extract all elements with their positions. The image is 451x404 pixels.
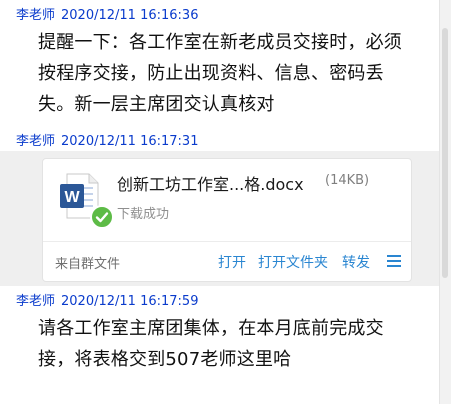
file-size: (14KB) — [325, 173, 370, 188]
message-timestamp: 2020/12/11 16:16:36 — [61, 8, 199, 23]
file-name[interactable]: 创新工坊工作室...格.docx — [117, 171, 304, 195]
sender-name[interactable]: 李老师 — [16, 8, 55, 23]
file-source-label: 来自群文件 — [55, 257, 121, 272]
sender-name[interactable]: 李老师 — [16, 294, 55, 309]
scrollbar[interactable] — [439, 0, 451, 404]
message-text: 提醒一下：各工作室在新老成员交接时，必须 按程序交接，防止出现资料、信息、密码丢… — [38, 27, 428, 120]
message-header: 李老师 2020/12/11 16:17:31 — [16, 130, 198, 149]
open-file-button[interactable]: 打开 — [218, 252, 246, 272]
message-line: 失。新一层主席团交认真核对 — [38, 94, 275, 115]
download-status: 下载成功 — [117, 207, 170, 222]
divider — [43, 241, 411, 242]
message-line: 提醒一下：各工作室在新老成员交接时，必须 — [38, 32, 402, 53]
sender-name[interactable]: 李老师 — [16, 134, 55, 149]
message-line: 按程序交接，防止出现资料、信息、密码丢 — [38, 63, 384, 84]
message-timestamp: 2020/12/11 16:17:31 — [61, 134, 199, 149]
message-text: 请各工作室主席团集体，在本月底前完成交 接，将表格交到507老师这里哈 — [38, 313, 428, 375]
message-header: 李老师 2020/12/11 16:17:59 — [16, 290, 198, 309]
chat-message-list: 李老师 2020/12/11 16:16:36 提醒一下：各工作室在新老成员交接时… — [0, 0, 440, 404]
message-timestamp: 2020/12/11 16:17:59 — [61, 294, 199, 309]
file-card[interactable]: W 创新工坊工作室...格.docx (14KB) 下载成功 来自群文件 打开 … — [42, 158, 412, 282]
message-header: 李老师 2020/12/11 16:16:36 — [16, 4, 198, 23]
open-folder-button[interactable]: 打开文件夹 — [258, 252, 328, 272]
check-icon — [90, 205, 114, 229]
message-line: 接，将表格交到507老师这里哈 — [38, 349, 292, 370]
message-line: 请各工作室主席团集体，在本月底前完成交 — [38, 318, 384, 339]
more-menu-icon[interactable] — [387, 255, 401, 267]
scrollbar-thumb[interactable] — [442, 28, 448, 278]
forward-button[interactable]: 转发 — [342, 252, 370, 272]
svg-text:W: W — [64, 189, 80, 206]
